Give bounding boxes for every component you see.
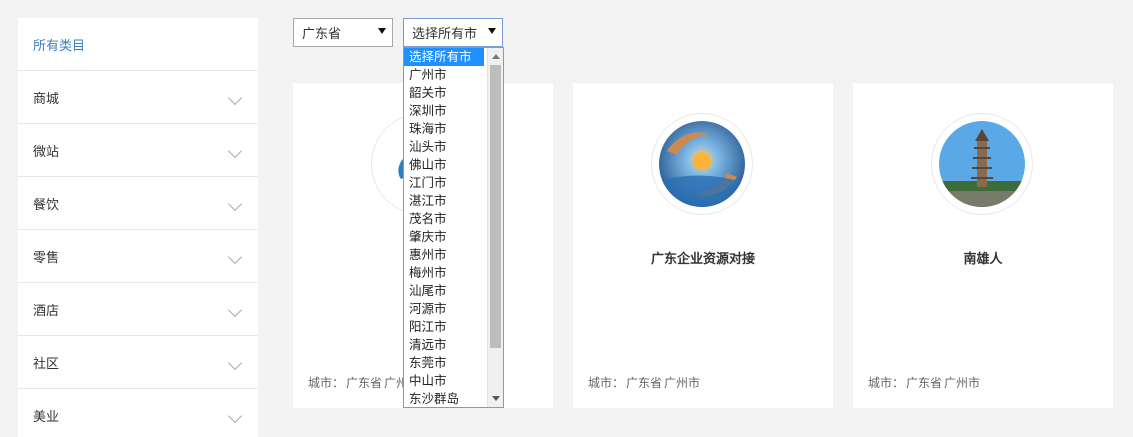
chevron-down-icon bbox=[227, 90, 243, 106]
city-option[interactable]: 珠海市 bbox=[404, 120, 484, 138]
scroll-down-icon[interactable] bbox=[492, 396, 500, 401]
city-option[interactable]: 惠州市 bbox=[404, 246, 484, 264]
sidebar-item-label: 微站 bbox=[33, 144, 60, 160]
city-option[interactable]: 肇庆市 bbox=[404, 228, 484, 246]
sidebar-item-label: 所有类目 bbox=[33, 38, 86, 54]
city-option[interactable]: 湛江市 bbox=[404, 192, 484, 210]
city-option[interactable]: 东莞市 bbox=[404, 354, 484, 372]
city-name: 广州市 bbox=[664, 376, 701, 390]
city-select[interactable]: 选择所有市 bbox=[403, 18, 503, 47]
category-sidebar: 所有类目 商城 微站 餐饮 零售 酒店 社区 美业 bbox=[18, 18, 258, 437]
app-card[interactable]: 南雄人 城市： 广东省 广州市 bbox=[853, 83, 1113, 408]
chevron-down-icon bbox=[227, 249, 243, 265]
city-option[interactable]: 汕尾市 bbox=[404, 282, 484, 300]
app-card[interactable]: 广东企业资源对接 城市： 广东省 广州市 bbox=[573, 83, 833, 408]
province-select-value: 广东省 bbox=[302, 27, 342, 42]
chevron-down-icon bbox=[227, 355, 243, 371]
city-label: 城市： bbox=[588, 376, 625, 390]
city-option[interactable]: 韶关市 bbox=[404, 84, 484, 102]
app-card-city: 城市： 广东省 广州市 bbox=[588, 374, 702, 391]
province-select[interactable]: 广东省 bbox=[293, 18, 393, 47]
city-province: 广东省 bbox=[906, 376, 943, 390]
city-select-value: 选择所有市 bbox=[412, 27, 478, 42]
app-card-title: 南雄人 bbox=[963, 252, 1003, 267]
chevron-down-icon bbox=[227, 143, 243, 159]
city-province: 广东省 bbox=[626, 376, 663, 390]
scrollbar-thumb[interactable] bbox=[490, 65, 501, 348]
city-option[interactable]: 选择所有市 bbox=[404, 48, 484, 66]
city-option[interactable]: 东沙群岛 bbox=[404, 390, 484, 407]
city-option[interactable]: 深圳市 bbox=[404, 102, 484, 120]
sidebar-item-catering[interactable]: 餐饮 bbox=[18, 177, 258, 230]
city-option[interactable]: 广州市 bbox=[404, 66, 484, 84]
chevron-down-icon bbox=[227, 196, 243, 212]
sidebar-item-community[interactable]: 社区 bbox=[18, 336, 258, 389]
city-option[interactable]: 汕头市 bbox=[404, 138, 484, 156]
app-logo-image bbox=[939, 121, 1025, 207]
city-dropdown-list[interactable]: 选择所有市 广州市 韶关市 深圳市 珠海市 汕头市 佛山市 江门市 湛江市 茂名… bbox=[403, 47, 504, 408]
city-province: 广东省 bbox=[346, 376, 383, 390]
app-card-city: 城市： 广东省 广州 bbox=[308, 374, 410, 391]
sidebar-item-all[interactable]: 所有类目 bbox=[18, 18, 258, 71]
city-option[interactable]: 梅州市 bbox=[404, 264, 484, 282]
app-logo-frame bbox=[651, 113, 753, 215]
sidebar-item-retail[interactable]: 零售 bbox=[18, 230, 258, 283]
chevron-down-icon bbox=[227, 408, 243, 424]
city-label: 城市： bbox=[868, 376, 905, 390]
sidebar-item-label: 商城 bbox=[33, 91, 60, 107]
sidebar-item-hotel[interactable]: 酒店 bbox=[18, 283, 258, 336]
sidebar-item-label: 零售 bbox=[33, 250, 60, 266]
sidebar-item-label: 社区 bbox=[33, 356, 60, 372]
city-label: 城市： bbox=[308, 376, 345, 390]
app-card-title: 广东企业资源对接 bbox=[650, 252, 755, 267]
sidebar-item-mall[interactable]: 商城 bbox=[18, 71, 258, 124]
sidebar-item-label: 酒店 bbox=[33, 303, 60, 319]
app-logo-frame bbox=[931, 113, 1033, 215]
dropdown-arrow-icon bbox=[488, 28, 496, 34]
app-card-city: 城市： 广东省 广州市 bbox=[868, 374, 982, 391]
city-option[interactable]: 清远市 bbox=[404, 336, 484, 354]
chevron-down-icon bbox=[227, 302, 243, 318]
city-option[interactable]: 佛山市 bbox=[404, 156, 484, 174]
sidebar-item-label: 美业 bbox=[33, 409, 60, 425]
city-option[interactable]: 中山市 bbox=[404, 372, 484, 390]
city-option[interactable]: 茂名市 bbox=[404, 210, 484, 228]
city-name: 广州市 bbox=[944, 376, 981, 390]
city-option[interactable]: 阳江市 bbox=[404, 318, 484, 336]
app-logo-image bbox=[659, 121, 745, 207]
city-option[interactable]: 江门市 bbox=[404, 174, 484, 192]
dropdown-scrollbar[interactable] bbox=[487, 48, 503, 407]
dropdown-arrow-icon bbox=[378, 28, 386, 34]
city-option[interactable]: 河源市 bbox=[404, 300, 484, 318]
sidebar-item-beauty[interactable]: 美业 bbox=[18, 389, 258, 437]
scroll-up-icon[interactable] bbox=[492, 54, 500, 59]
sidebar-item-microsite[interactable]: 微站 bbox=[18, 124, 258, 177]
sidebar-item-label: 餐饮 bbox=[33, 197, 60, 213]
